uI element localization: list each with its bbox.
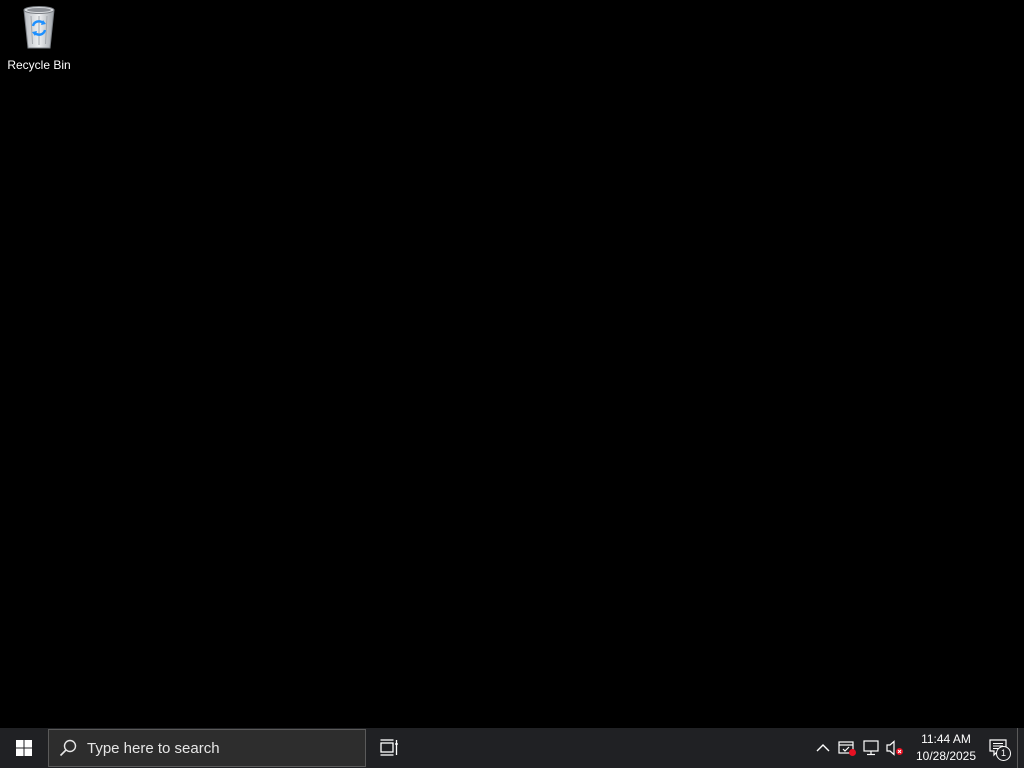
network-disconnected-icon: [863, 740, 879, 756]
taskbar-spacer: [414, 728, 811, 768]
action-center-button[interactable]: 1: [981, 728, 1017, 768]
search-icon: [49, 739, 87, 757]
recycle-bin-icon: [17, 4, 61, 52]
search-input[interactable]: Type here to search: [48, 729, 366, 767]
desktop-icon-label: Recycle Bin: [7, 58, 71, 72]
security-tray-button[interactable]: [835, 728, 859, 768]
task-view-button[interactable]: [366, 728, 414, 768]
volume-muted-icon: [886, 740, 903, 756]
volume-tray-button[interactable]: [883, 728, 907, 768]
windows-logo-icon: [16, 740, 32, 756]
task-view-icon: [380, 739, 398, 756]
desktop-icon-recycle-bin[interactable]: Recycle Bin: [4, 4, 74, 74]
notification-count-badge: 1: [996, 746, 1011, 761]
show-hidden-icons-button[interactable]: [811, 728, 835, 768]
alert-badge: [849, 749, 856, 756]
clock-date: 10/28/2025: [915, 749, 977, 763]
show-desktop-button[interactable]: [1017, 728, 1024, 768]
start-button[interactable]: [0, 728, 48, 768]
search-placeholder: Type here to search: [87, 739, 220, 757]
chevron-up-icon: [816, 744, 830, 752]
desktop: Recycle Bin: [0, 0, 1024, 728]
clock-time: 11:44 AM: [921, 732, 971, 746]
taskbar: Type here to search 11:44 AM 10/28/2025 …: [0, 728, 1024, 768]
network-tray-button[interactable]: [859, 728, 883, 768]
system-tray: 11:44 AM 10/28/2025 1: [811, 728, 1024, 768]
clock-button[interactable]: 11:44 AM 10/28/2025: [911, 728, 981, 768]
